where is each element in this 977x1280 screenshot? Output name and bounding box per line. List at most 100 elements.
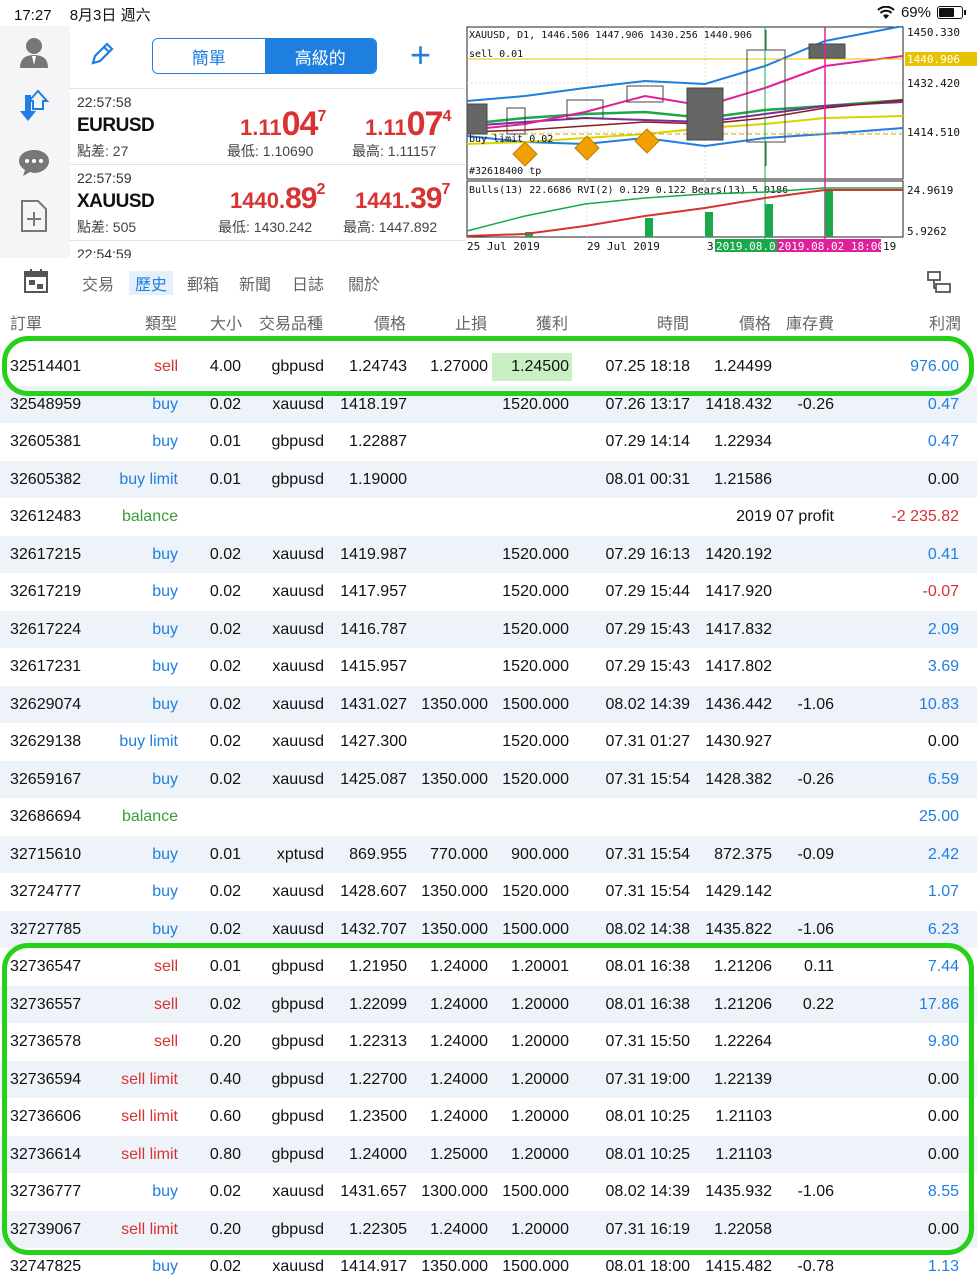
- quote-row-partial[interactable]: 22:54:59: [70, 240, 465, 258]
- tab-trade[interactable]: 交易: [82, 271, 114, 295]
- cell-size: 0.02: [209, 883, 241, 900]
- add-symbol-button[interactable]: +: [410, 34, 431, 76]
- table-row[interactable]: 32736547 sell 0.01 gbpusd 1.21950 1.24000 1.20…: [0, 948, 977, 986]
- col-symbol[interactable]: 交易品種: [259, 310, 323, 334]
- cell-size: 0.02: [209, 995, 241, 1013]
- tab-journal[interactable]: 日誌: [292, 271, 324, 295]
- tab-mail[interactable]: 郵箱: [187, 271, 219, 295]
- table-row[interactable]: 32736594 sell limit 0.40 gbpusd 1.22700 1.240…: [0, 1060, 977, 1098]
- cell-tp: 1520.000: [502, 583, 569, 600]
- cell-type: buy: [152, 1183, 178, 1200]
- simple-mode-tab[interactable]: 簡單: [153, 39, 265, 73]
- cell-symbol: xauusd: [272, 545, 324, 563]
- cell-size: 0.60: [209, 1108, 241, 1125]
- calendar-icon[interactable]: [22, 267, 50, 300]
- bid-price: 1440.892: [230, 181, 326, 215]
- cell-swap: -1.06: [797, 695, 834, 713]
- cell-type: buy: [152, 583, 178, 600]
- tab-about[interactable]: 關於: [348, 271, 380, 295]
- table-row[interactable]: 32736606 sell limit 0.60 gbpusd 1.23500 1.240…: [0, 1098, 977, 1136]
- table-row[interactable]: 32617219 buy 0.02 xauusd 1417.957 1520.000 07.…: [0, 573, 977, 611]
- cell-order: 32736547: [10, 958, 82, 975]
- table-row[interactable]: 32686694 balance 25.00: [0, 798, 977, 836]
- indicator-header: Bulls(13) 22.6686 RVI(2) 0.129 0.122 Bea…: [469, 185, 788, 196]
- cell-profit: 0.47: [927, 395, 959, 413]
- table-row[interactable]: 32514401 sell 4.00 gbpusd 1.24743 1.27000 1.24…: [0, 348, 977, 386]
- cell-size: 0.80: [209, 1145, 241, 1163]
- chat-icon[interactable]: [16, 144, 52, 180]
- table-row[interactable]: 32629074 buy 0.02 xauusd 1431.027 1350.000 150…: [0, 685, 977, 723]
- cell-sl: 1.24000: [430, 958, 488, 975]
- table-row[interactable]: 32736614 sell limit 0.80 gbpusd 1.24000 1.250…: [0, 1135, 977, 1173]
- table-row[interactable]: 32617224 buy 0.02 xauusd 1416.787 1520.000 07.…: [0, 610, 977, 648]
- col-profit[interactable]: 利潤: [929, 310, 961, 334]
- layout-icon[interactable]: [926, 269, 952, 300]
- axis-price-3: 1414.510: [907, 126, 960, 139]
- cell-profit: 6.23: [927, 920, 959, 938]
- table-row[interactable]: 32736777 buy 0.02 xauusd 1431.657 1300.000 150…: [0, 1173, 977, 1211]
- cell-size: 0.02: [209, 545, 241, 563]
- table-row[interactable]: 32617231 buy 0.02 xauusd 1415.957 1520.000 07.…: [0, 648, 977, 686]
- cell-profit: 2.42: [927, 845, 959, 863]
- trade-arrows-icon[interactable]: [16, 88, 52, 124]
- cell-time: 07.26 13:17: [605, 395, 690, 413]
- ask-price: 1.11074: [365, 105, 452, 143]
- table-row[interactable]: 32629138 buy limit 0.02 xauusd 1427.300 1520.…: [0, 723, 977, 761]
- col-price[interactable]: 價格: [374, 310, 406, 334]
- cell-symbol: xauusd: [272, 770, 324, 788]
- cell-symbol: gbpusd: [271, 1220, 325, 1238]
- col-type[interactable]: 類型: [145, 310, 177, 334]
- cell-close-price: 1415.482: [705, 1258, 772, 1275]
- advanced-mode-tab[interactable]: 高級的: [264, 39, 376, 73]
- tab-history[interactable]: 歷史: [129, 271, 174, 295]
- date-tail: 19: [883, 240, 896, 253]
- table-row[interactable]: 32724777 buy 0.02 xauusd 1428.607 1350.000 152…: [0, 873, 977, 911]
- cell-close-price: 1429.142: [705, 883, 772, 900]
- cell-type: sell: [153, 958, 178, 975]
- table-row[interactable]: 32612483 balance -2 235.82 2019 07 profit: [0, 498, 977, 536]
- col-size[interactable]: 大小: [210, 310, 242, 334]
- quote-time: 22:57:59: [77, 170, 132, 186]
- quote-spread: 點差: 27: [77, 143, 129, 159]
- table-row[interactable]: 32617215 buy 0.02 xauusd 1419.987 1520.000 07.…: [0, 535, 977, 573]
- cell-type: buy: [152, 920, 178, 938]
- status-date: 8月3日 週六: [69, 7, 151, 24]
- cell-order: 32736614: [10, 1145, 82, 1163]
- col-tp[interactable]: 獲利: [536, 310, 568, 334]
- edit-pencil-icon[interactable]: [88, 40, 116, 73]
- date-label-2: 29 Jul 2019: [587, 240, 660, 253]
- status-time: 17:27: [14, 7, 52, 24]
- quote-row-xauusd[interactable]: 22:57:59 XAUUSD 點差: 505 1440.892 1441.39…: [70, 164, 465, 240]
- table-row[interactable]: 32736578 sell 0.20 gbpusd 1.22313 1.24000 1.20…: [0, 1023, 977, 1061]
- quote-row-eurusd[interactable]: 22:57:58 EURUSD 點差: 27 1.11047 1.11074 最…: [70, 88, 465, 164]
- cell-price: 1.24743: [349, 358, 407, 375]
- cell-time: 07.31 15:50: [605, 1033, 690, 1050]
- cell-tp: 1.24500: [511, 358, 569, 375]
- col-swap[interactable]: 庫存費: [786, 310, 834, 334]
- col-sl[interactable]: 止損: [455, 310, 487, 334]
- cell-order: 32736594: [10, 1070, 82, 1088]
- table-row[interactable]: 32715610 buy 0.01 xptusd 869.955 770.000 900.0…: [0, 835, 977, 873]
- col-order[interactable]: 訂單: [10, 310, 42, 334]
- price-chart[interactable]: XAUUSD, D1, 1446.506 1447.906 1430.256 1…: [465, 25, 977, 258]
- add-document-icon[interactable]: [16, 198, 52, 234]
- cell-time: 07.29 15:43: [605, 658, 690, 675]
- tab-news[interactable]: 新聞: [239, 271, 271, 295]
- table-row[interactable]: 32548959 buy 0.02 xauusd 1418.197 1520.000 07.…: [0, 385, 977, 423]
- table-row[interactable]: 32727785 buy 0.02 xauusd 1432.707 1350.000 150…: [0, 910, 977, 948]
- col-time[interactable]: 時間: [657, 310, 689, 334]
- table-row[interactable]: 32605382 buy limit 0.01 gbpusd 1.19000 08.01 …: [0, 460, 977, 498]
- cell-type: buy: [152, 545, 178, 563]
- table-row[interactable]: 32605381 buy 0.01 gbpusd 1.22887 07.29 14:14 1…: [0, 423, 977, 461]
- table-row[interactable]: 32736557 sell 0.02 gbpusd 1.22099 1.24000 1.20…: [0, 985, 977, 1023]
- cell-price: 1.22313: [349, 1033, 407, 1050]
- table-row[interactable]: 32659167 buy 0.02 xauusd 1425.087 1350.000 152…: [0, 760, 977, 798]
- chart-sell-label: sell 0.01: [469, 49, 523, 60]
- account-icon[interactable]: [16, 34, 52, 70]
- cell-sl: 1350.000: [421, 883, 488, 900]
- bottom-tab-bar: 交易 歷史 郵箱 新聞 日誌 關於: [0, 262, 977, 300]
- table-row[interactable]: 32747825 buy 0.02 xauusd 1414.917 1350.000 150…: [0, 1248, 977, 1280]
- col-close-price[interactable]: 價格: [739, 310, 771, 334]
- cell-close-price: 1417.920: [705, 583, 772, 600]
- table-row[interactable]: 32739067 sell limit 0.20 gbpusd 1.22305 1.240…: [0, 1210, 977, 1248]
